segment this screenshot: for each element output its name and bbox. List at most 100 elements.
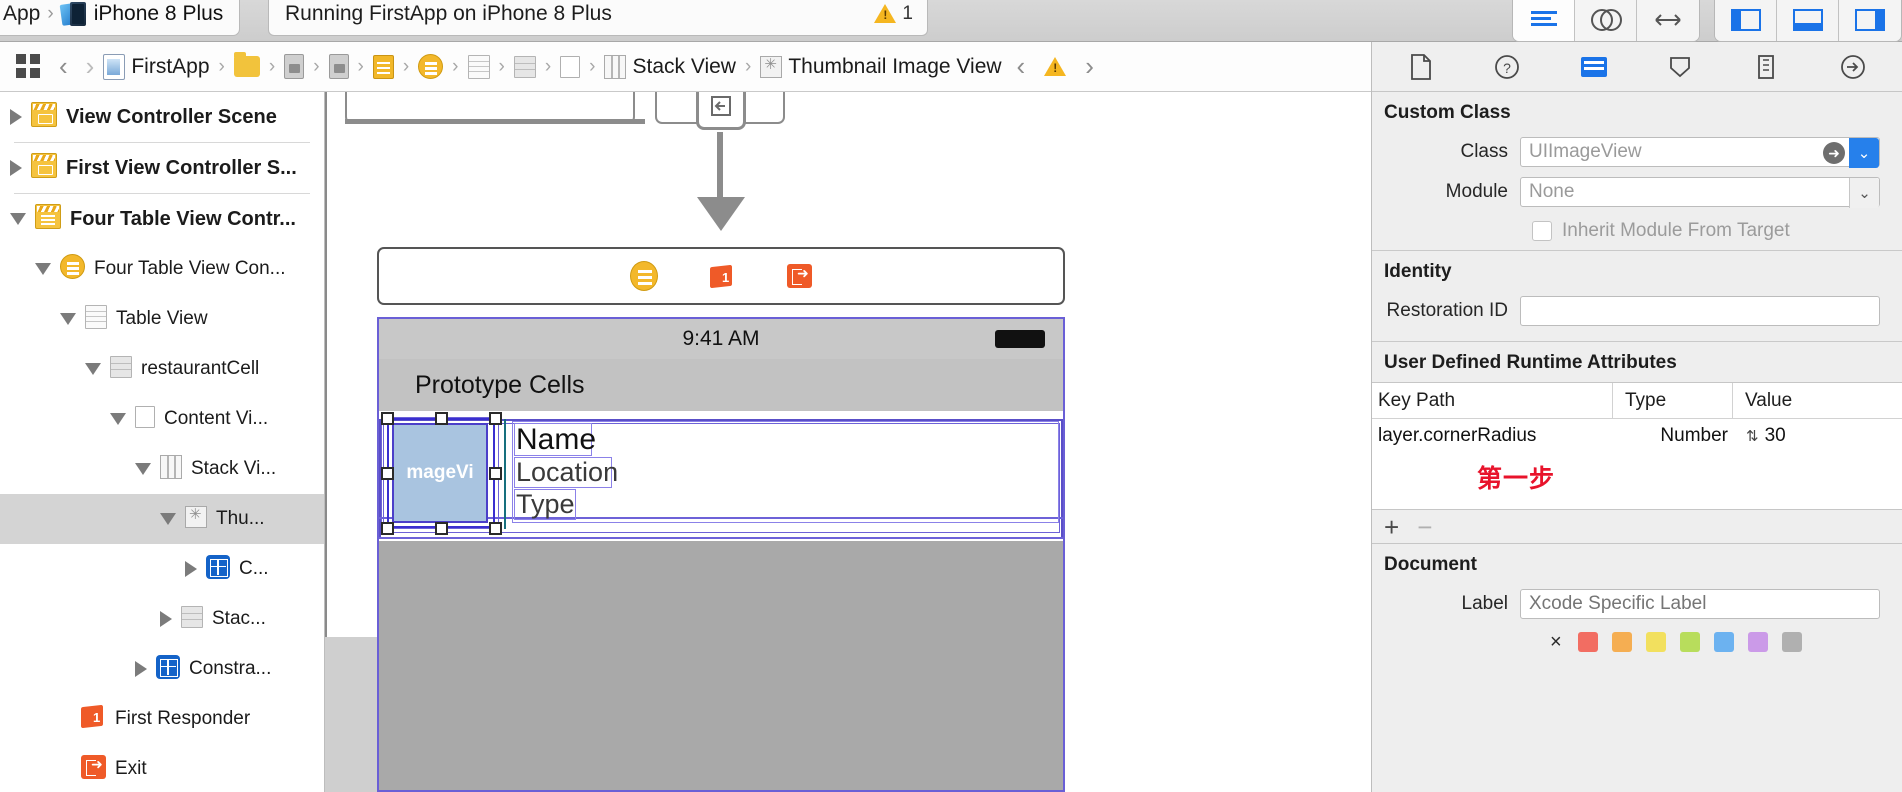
color-swatch-purple[interactable] bbox=[1747, 632, 1768, 652]
outline-item[interactable]: Stac... bbox=[0, 594, 324, 644]
restoration-id-field[interactable] bbox=[1520, 296, 1880, 326]
outline-item[interactable]: First Responder bbox=[0, 694, 324, 744]
hide-debug-area-button[interactable] bbox=[1777, 0, 1839, 41]
tab-quick-help-inspector[interactable]: ? bbox=[1477, 49, 1537, 85]
disclosure-triangle[interactable] bbox=[10, 160, 22, 176]
color-swatch-gray[interactable] bbox=[1781, 632, 1802, 652]
tab-connections-inspector[interactable] bbox=[1823, 49, 1883, 85]
runtime-attributes-table[interactable]: Key Path Type Value layer.cornerRadius N… bbox=[1372, 382, 1902, 510]
table-cell-icon[interactable] bbox=[513, 55, 536, 78]
resize-handle-bottom-left[interactable] bbox=[381, 522, 394, 535]
location-label[interactable]: Location bbox=[514, 457, 618, 488]
outline-item[interactable]: Four Table View Con... bbox=[0, 244, 324, 294]
module-field[interactable]: None ⌄ bbox=[1520, 177, 1880, 208]
tab-file-inspector[interactable] bbox=[1391, 49, 1451, 85]
go-back-button[interactable]: ‹ bbox=[50, 51, 77, 82]
content-view-icon[interactable] bbox=[560, 55, 581, 78]
related-items-icon[interactable] bbox=[16, 53, 42, 80]
exit-icon[interactable] bbox=[787, 264, 812, 288]
thumbnail-image-view[interactable]: mageVi bbox=[392, 423, 488, 523]
document-outline[interactable]: View Controller Scene First View Controll… bbox=[0, 92, 325, 792]
add-attribute-button[interactable]: + bbox=[1384, 514, 1399, 540]
resize-handle-bottom-right[interactable] bbox=[489, 522, 502, 535]
swift-file-icon[interactable] bbox=[328, 54, 349, 79]
outline-item[interactable]: First View Controller S... bbox=[0, 143, 324, 193]
disclosure-triangle[interactable] bbox=[10, 213, 26, 225]
storyboard-canvas[interactable]: 9:41 AM Prototype Cells mageVi bbox=[325, 92, 1371, 792]
swift-file-icon[interactable] bbox=[284, 54, 305, 79]
disclosure-triangle[interactable] bbox=[135, 661, 147, 677]
resize-handle-middle-left[interactable] bbox=[381, 467, 394, 480]
hide-utilities-button[interactable] bbox=[1839, 0, 1901, 41]
assistant-editor-button[interactable] bbox=[1575, 0, 1637, 41]
folder-icon[interactable] bbox=[233, 52, 260, 77]
color-swatch-blue[interactable] bbox=[1713, 632, 1734, 652]
outline-item[interactable]: Exit bbox=[0, 744, 324, 792]
first-responder-icon[interactable] bbox=[710, 264, 735, 289]
color-swatch-orange[interactable] bbox=[1611, 632, 1632, 652]
outline-item[interactable]: C... bbox=[0, 544, 324, 594]
table-view-icon[interactable] bbox=[467, 54, 490, 79]
previous-issue-button[interactable]: ‹ bbox=[1008, 51, 1035, 82]
outline-item[interactable]: View Controller Scene bbox=[0, 92, 324, 142]
name-label[interactable]: Name bbox=[514, 423, 596, 456]
breadcrumb-item-storyboard[interactable]: FirstApp bbox=[131, 55, 209, 79]
color-swatch-green[interactable] bbox=[1679, 632, 1700, 652]
warning-triangle-icon[interactable] bbox=[1044, 57, 1067, 76]
outline-item[interactable]: Constra... bbox=[0, 644, 324, 694]
tab-identity-inspector[interactable] bbox=[1564, 49, 1624, 85]
jump-to-class-icon[interactable]: ➜ bbox=[1823, 142, 1845, 164]
inherit-module-row[interactable]: Inherit Module From Target bbox=[1372, 212, 1902, 250]
outline-item[interactable]: Content Vi... bbox=[0, 394, 324, 444]
next-issue-button[interactable]: › bbox=[1076, 51, 1103, 82]
breadcrumb-item-thumbnail-image-view[interactable]: Thumbnail Image View bbox=[788, 55, 1001, 79]
document-label-field[interactable] bbox=[1520, 589, 1880, 619]
segue-badge[interactable] bbox=[696, 92, 746, 130]
resize-handle-middle-right[interactable] bbox=[489, 467, 502, 480]
module-dropdown-chevron-down-icon[interactable]: ⌄ bbox=[1849, 178, 1879, 208]
cell-key-path[interactable]: layer.cornerRadius bbox=[1372, 425, 1612, 447]
remove-attribute-button[interactable]: − bbox=[1417, 514, 1432, 540]
stepper-icon[interactable]: ⇅ bbox=[1746, 427, 1759, 445]
resize-handle-top-right[interactable] bbox=[489, 412, 502, 425]
class-field[interactable]: UIImageView ➜ ⌄ bbox=[1520, 137, 1880, 168]
color-swatch-yellow[interactable] bbox=[1645, 632, 1666, 652]
table-row[interactable]: layer.cornerRadius Number ⇅ 30 bbox=[1372, 419, 1902, 453]
outline-item[interactable]: Four Table View Contr... bbox=[0, 194, 324, 244]
class-dropdown-chevron-down-icon[interactable]: ⌄ bbox=[1849, 138, 1879, 168]
go-forward-button[interactable]: › bbox=[77, 51, 104, 82]
view-controller-icon[interactable] bbox=[418, 54, 444, 79]
disclosure-triangle[interactable] bbox=[10, 109, 22, 125]
disclosure-triangle[interactable] bbox=[185, 561, 197, 577]
version-editor-button[interactable] bbox=[1637, 0, 1699, 41]
scheme-selector[interactable]: App › iPhone 8 Plus bbox=[0, 0, 241, 36]
breadcrumb-item-stack-view[interactable]: Stack View bbox=[632, 55, 736, 79]
tab-attributes-inspector[interactable] bbox=[1650, 49, 1710, 85]
resize-handle-top-left[interactable] bbox=[381, 412, 394, 425]
document-label-input[interactable] bbox=[1529, 593, 1871, 615]
resize-handle-bottom-center[interactable] bbox=[435, 522, 448, 535]
cell-value-group[interactable]: ⇅ 30 bbox=[1732, 419, 1902, 453]
cell-type[interactable]: Number bbox=[1612, 419, 1732, 453]
disclosure-triangle[interactable] bbox=[135, 463, 151, 475]
disclosure-triangle[interactable] bbox=[110, 413, 126, 425]
warning-indicator[interactable]: 1 bbox=[874, 3, 913, 25]
scene-icon[interactable] bbox=[372, 54, 394, 79]
outline-item[interactable]: Table View bbox=[0, 294, 324, 344]
outline-item[interactable]: Thu... bbox=[0, 494, 324, 544]
standard-editor-button[interactable] bbox=[1513, 0, 1575, 41]
inherit-module-checkbox[interactable] bbox=[1532, 221, 1552, 241]
disclosure-triangle[interactable] bbox=[85, 363, 101, 375]
hide-navigator-button[interactable] bbox=[1715, 0, 1777, 41]
prototype-cell[interactable]: mageVi Name Location Type bbox=[379, 411, 1063, 541]
color-swatch-red[interactable] bbox=[1577, 632, 1598, 652]
outline-item[interactable]: Stack Vi... bbox=[0, 444, 324, 494]
view-controller-canvas[interactable]: 9:41 AM Prototype Cells mageVi Name Loca… bbox=[377, 317, 1065, 792]
disclosure-triangle[interactable] bbox=[35, 263, 51, 275]
clear-color-icon[interactable]: × bbox=[1550, 631, 1562, 654]
resize-handle-top-center[interactable] bbox=[435, 412, 448, 425]
cell-value[interactable]: 30 bbox=[1765, 425, 1786, 447]
outline-item[interactable]: restaurantCell bbox=[0, 344, 324, 394]
tab-size-inspector[interactable] bbox=[1736, 49, 1796, 85]
disclosure-triangle[interactable] bbox=[60, 313, 76, 325]
